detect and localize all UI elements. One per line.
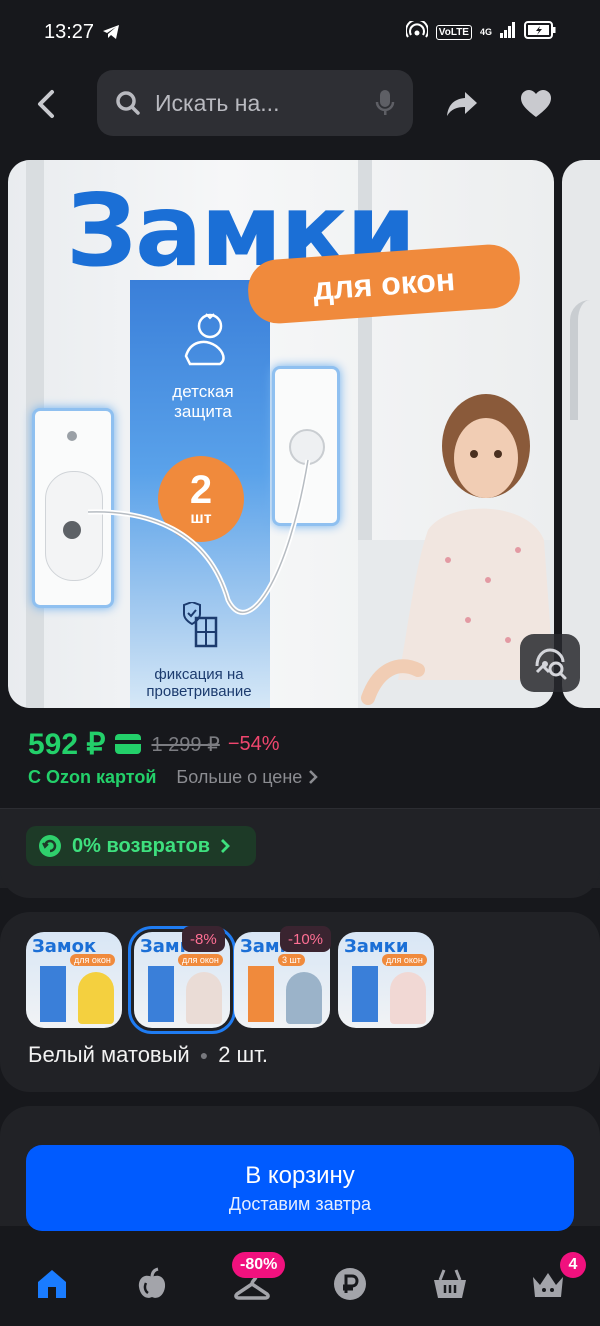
basket-icon: [434, 1269, 466, 1298]
image-search-icon: [535, 648, 567, 680]
current-price: 592 ₽: [28, 727, 106, 761]
variant-discount-badge: -8%: [182, 926, 225, 952]
chevron-right-icon: [309, 770, 319, 784]
variant-discount-badge: -10%: [280, 926, 332, 952]
network-type: 4G: [479, 26, 492, 37]
discount-percent: −54%: [227, 732, 280, 755]
volte-badge: VoLTE: [435, 24, 472, 40]
nav-home[interactable]: [32, 1264, 72, 1304]
divider: [0, 808, 600, 809]
telegram-icon: [102, 24, 120, 40]
variant-thumb-sub: для окон: [70, 954, 115, 966]
status-indicators: VoLTE 4G: [404, 18, 556, 44]
more-about-price-label: Больше о цене: [176, 766, 303, 787]
share-button[interactable]: [442, 86, 482, 122]
variant-thumb-4[interactable]: Замки для окон: [338, 932, 434, 1028]
nav-finance[interactable]: [330, 1264, 370, 1304]
ozon-card-label: С Ozon картой: [28, 766, 157, 787]
price-row: 592 ₽ 1 299 ₽ −54%: [28, 726, 280, 762]
delivery-label: Доставим завтра: [228, 1193, 372, 1214]
selected-quantity: 2 шт.: [218, 1042, 268, 1067]
search-input[interactable]: Искать на...: [97, 70, 413, 136]
selected-variant-label: Белый матовый ● 2 шт.: [28, 1042, 268, 1068]
chevron-left-icon: [38, 90, 54, 118]
returns-badge[interactable]: 0% возвратов: [26, 826, 256, 866]
add-to-cart-button[interactable]: В корзину Доставим завтра: [26, 1145, 574, 1231]
search-icon: [116, 91, 140, 115]
top-bar: Искать на...: [0, 70, 600, 138]
next-image-peek[interactable]: [562, 160, 600, 708]
nav-profile-count-badge: 4: [560, 1252, 586, 1278]
price-details-row: С Ozon картой Больше о цене: [28, 764, 319, 790]
add-to-cart-label: В корзину: [245, 1161, 355, 1189]
bottom-navigation: [0, 1238, 600, 1326]
variant-thumb-sub: 3 шт: [278, 954, 305, 966]
nav-cart[interactable]: [430, 1264, 470, 1304]
ruble-coin-icon: [334, 1268, 366, 1300]
battery-icon: [524, 20, 556, 44]
apple-icon: [138, 1267, 166, 1298]
returns-label: 0% возвратов: [72, 834, 211, 857]
old-price: 1 299 ₽: [151, 733, 220, 756]
heart-icon: [521, 90, 551, 117]
separator-dot: ●: [199, 1047, 209, 1063]
microphone-icon[interactable]: [375, 89, 395, 117]
product-image-gallery[interactable]: Замки для окон детская защита 2 шт фикса…: [8, 160, 554, 708]
crown-avatar-icon: [533, 1273, 563, 1297]
status-bar: 13:27 VoLTE 4G: [0, 0, 600, 64]
nav-fresh[interactable]: [132, 1264, 172, 1304]
signal-icon: [500, 21, 516, 43]
back-button[interactable]: [28, 84, 64, 124]
variant-thumb-sub: для окон: [382, 954, 427, 966]
ozon-card-icon: [115, 734, 142, 754]
price-section-bottom: [0, 866, 600, 898]
nav-promo-badge: -80%: [232, 1252, 286, 1278]
variant-thumb-1[interactable]: Замок для окон: [26, 932, 122, 1028]
chevron-right-icon: [221, 839, 231, 853]
return-circle-icon: [39, 835, 61, 857]
search-placeholder: Искать на...: [155, 89, 280, 116]
more-about-price-link[interactable]: Больше о цене: [176, 766, 319, 788]
hotspot-icon: [404, 18, 429, 44]
status-time: 13:27: [44, 20, 95, 43]
share-arrow-icon: [447, 92, 477, 116]
home-icon: [38, 1270, 66, 1298]
image-search-button[interactable]: [520, 634, 580, 692]
variant-thumb-sub: для окон: [178, 954, 223, 966]
selected-color: Белый матовый: [28, 1042, 190, 1067]
favorite-button[interactable]: [516, 86, 556, 122]
